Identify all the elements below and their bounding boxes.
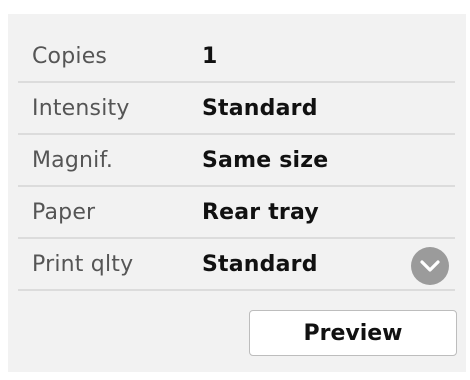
setting-label: Magnif. (32, 147, 114, 173)
setting-value: Rear tray (202, 199, 319, 225)
setting-label: Paper (32, 199, 96, 225)
setting-value: Same size (202, 147, 329, 173)
setting-label: Print qlty (32, 251, 134, 277)
setting-row-print-quality[interactable]: Print qlty Standard (18, 239, 455, 291)
print-settings-screen: Copies 1 Intensity Standard Magnif. Same… (0, 0, 470, 380)
setting-value: Standard (202, 95, 318, 121)
setting-row-intensity[interactable]: Intensity Standard (18, 83, 455, 135)
settings-list: Copies 1 Intensity Standard Magnif. Same… (18, 31, 455, 291)
setting-row-paper[interactable]: Paper Rear tray (18, 187, 455, 239)
setting-label: Intensity (32, 95, 130, 121)
setting-value: Standard (202, 251, 318, 277)
setting-row-copies[interactable]: Copies 1 (18, 31, 455, 83)
setting-value: 1 (202, 43, 218, 69)
chevron-down-icon (420, 260, 440, 272)
scroll-down-button[interactable] (411, 247, 449, 285)
preview-button[interactable]: Preview (249, 310, 457, 356)
setting-label: Copies (32, 43, 108, 69)
setting-row-magnification[interactable]: Magnif. Same size (18, 135, 455, 187)
